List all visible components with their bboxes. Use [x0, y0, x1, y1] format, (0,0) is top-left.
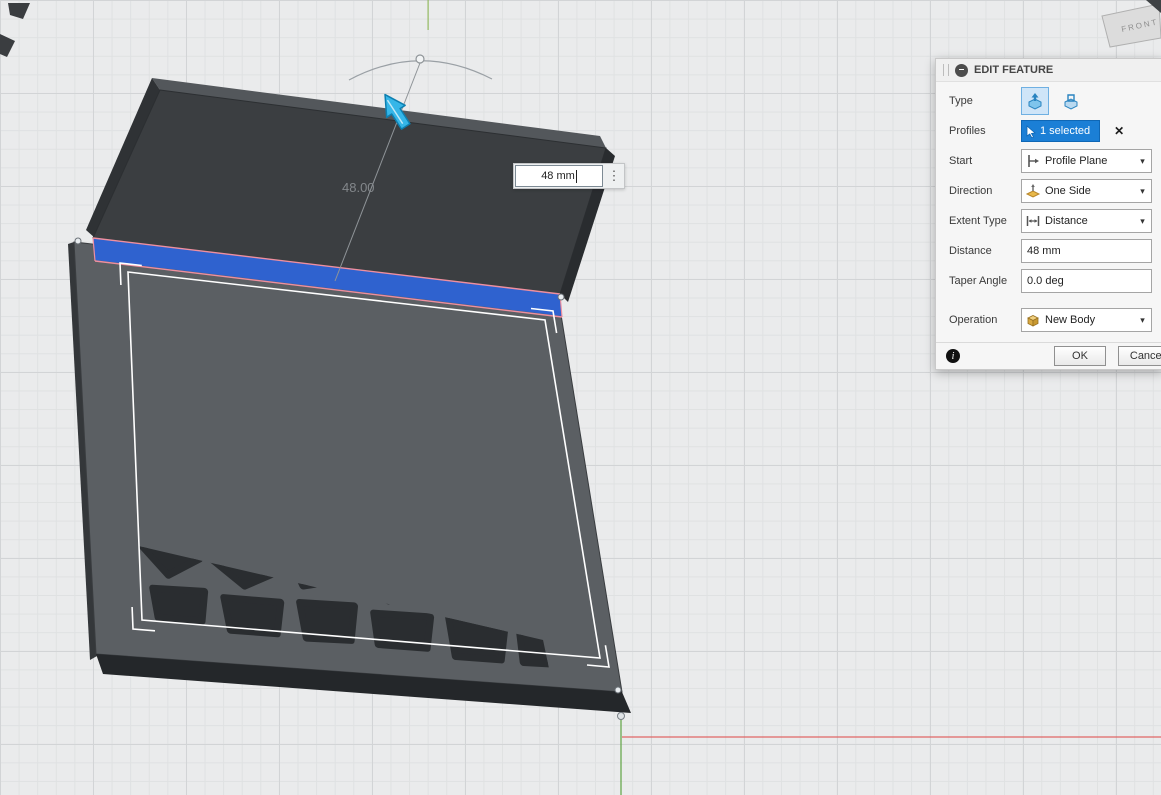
text-caret [576, 170, 577, 183]
new-body-icon [1025, 312, 1041, 328]
extrude-thin-icon [1061, 91, 1081, 111]
row-operation: Operation New Body ▾ [936, 305, 1161, 335]
direction-label: Direction [949, 185, 1021, 197]
row-type: Type [936, 86, 1161, 116]
row-direction: Direction One Side ▾ [936, 176, 1161, 206]
dimension-input-box: 48 mm ⋮ [513, 163, 625, 189]
start-value: Profile Plane [1045, 155, 1136, 167]
distance-extent-icon [1025, 213, 1041, 229]
profiles-selected-count: 1 selected [1040, 125, 1090, 137]
type-label: Type [949, 95, 1021, 107]
direction-dropdown[interactable]: One Side ▾ [1021, 179, 1152, 203]
extent-type-label: Extent Type [949, 215, 1021, 227]
profiles-label: Profiles [949, 125, 1021, 137]
profile-plane-icon [1025, 153, 1041, 169]
y-axis-line-top [428, 0, 429, 30]
row-start: Start Profile Plane ▾ [936, 146, 1161, 176]
direction-value: One Side [1045, 185, 1136, 197]
distance-value: 48 mm [1027, 245, 1061, 257]
chevron-down-icon: ▾ [1136, 216, 1149, 227]
start-dropdown[interactable]: Profile Plane ▾ [1021, 149, 1152, 173]
taper-angle-input[interactable]: 0.0 deg [1021, 269, 1152, 293]
collapse-icon[interactable]: – [955, 64, 968, 77]
chevron-down-icon: ▾ [1136, 315, 1149, 326]
model-fragment-topleft [0, 3, 30, 57]
extrude-thin-type-button[interactable] [1058, 88, 1084, 114]
distance-input[interactable]: 48 mm [1021, 239, 1152, 263]
row-profiles: Profiles 1 selected ✕ [936, 116, 1161, 146]
origin-dot [618, 713, 625, 720]
dialog-title: EDIT FEATURE [974, 64, 1053, 76]
chevron-down-icon: ▾ [1136, 156, 1149, 167]
fusion-viewport: 48.00 FRONT 48 mm ⋮ [0, 0, 1161, 795]
kebab-menu-icon[interactable]: ⋮ [604, 164, 624, 188]
info-icon[interactable]: i [946, 349, 960, 363]
cursor-icon [1026, 125, 1036, 138]
taper-angle-label: Taper Angle [949, 275, 1021, 287]
operation-label: Operation [949, 314, 1021, 326]
row-extent-type: Extent Type Distance ▾ [936, 206, 1161, 236]
rotate-arc[interactable] [349, 61, 492, 80]
arc-handle-dot[interactable] [416, 55, 424, 63]
row-taper-angle: Taper Angle 0.0 deg [936, 266, 1161, 296]
profiles-selected-chip[interactable]: 1 selected [1021, 120, 1100, 142]
world-axes [618, 713, 1161, 795]
cancel-button[interactable]: Cancel [1118, 346, 1161, 366]
chevron-down-icon: ▾ [1136, 186, 1149, 197]
dialog-footer: i OK Cancel [936, 342, 1161, 369]
distance-label: Distance [949, 245, 1021, 257]
dimension-input-value: 48 mm [541, 170, 575, 182]
extrude-one-side-type-button[interactable] [1021, 87, 1049, 115]
dimension-label: 48.00 [342, 180, 375, 195]
dialog-header[interactable]: – EDIT FEATURE [936, 59, 1161, 82]
extent-type-value: Distance [1045, 215, 1136, 227]
ok-button[interactable]: OK [1054, 346, 1106, 366]
operation-dropdown[interactable]: New Body ▾ [1021, 308, 1152, 332]
extent-type-dropdown[interactable]: Distance ▾ [1021, 209, 1152, 233]
dimension-input[interactable]: 48 mm [515, 165, 603, 187]
edit-feature-dialog: – EDIT FEATURE Type [935, 58, 1161, 370]
drag-grip-icon[interactable] [943, 64, 949, 76]
clear-selection-icon[interactable]: ✕ [1114, 124, 1124, 138]
extrude-solid-icon [1025, 91, 1045, 111]
taper-angle-value: 0.0 deg [1027, 275, 1064, 287]
operation-value: New Body [1045, 314, 1136, 326]
viewcube[interactable]: FRONT [1102, 0, 1161, 47]
row-distance: Distance 48 mm [936, 236, 1161, 266]
one-side-icon [1025, 183, 1041, 199]
start-label: Start [949, 155, 1021, 167]
